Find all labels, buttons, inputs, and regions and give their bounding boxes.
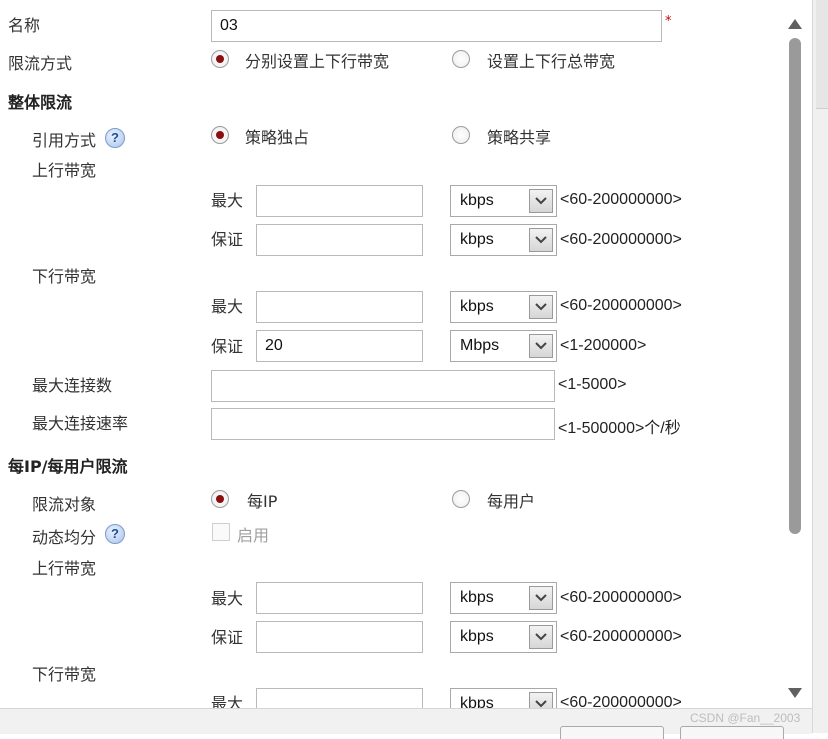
upstream-max-range: <60-200000000> <box>560 191 682 208</box>
downstream-max-unit-select[interactable]: kbps <box>450 291 557 323</box>
ref-option-shared-label: 策略共享 <box>487 128 552 147</box>
unit-value: kbps <box>460 231 494 248</box>
downstream-guarantee-range: <1-200000> <box>560 337 647 354</box>
upstream-max-unit-select[interactable]: kbps <box>450 185 557 217</box>
upstream-bandwidth-label: 上行带宽 <box>32 161 97 180</box>
enable-checkbox[interactable] <box>212 523 230 541</box>
scrollbar-thumb[interactable] <box>789 38 801 534</box>
ref-radio-exclusive[interactable] <box>211 126 229 144</box>
per-ip-upstream-max-range: <60-200000000> <box>560 589 682 606</box>
downstream-guarantee-input[interactable] <box>256 330 423 362</box>
dropdown-arrow-icon[interactable] <box>529 334 553 358</box>
max-connection-rate-label: 最大连接速率 <box>32 414 129 433</box>
name-input[interactable] <box>211 10 662 42</box>
upstream-guarantee-unit-select[interactable]: kbps <box>450 224 557 256</box>
unit-value: kbps <box>460 628 494 645</box>
target-option-per-user-label: 每用户 <box>487 492 536 511</box>
per-ip-upstream-max-label: 最大 <box>211 589 244 608</box>
dropdown-arrow-icon[interactable] <box>529 625 553 649</box>
max-connection-rate-input[interactable] <box>211 408 555 440</box>
mode-option-separate-label: 分别设置上下行带宽 <box>245 52 390 71</box>
target-option-per-ip-label: 每IP <box>247 492 278 511</box>
downstream-max-input[interactable] <box>256 291 423 323</box>
upstream-max-input[interactable] <box>256 185 423 217</box>
downstream-guarantee-label: 保证 <box>211 337 244 356</box>
enable-checkbox-label: 启用 <box>237 526 270 545</box>
per-ip-upstream-max-input[interactable] <box>256 582 423 614</box>
unit-value: kbps <box>460 589 494 606</box>
mode-radio-total[interactable] <box>452 50 470 68</box>
help-icon[interactable]: ? <box>105 524 125 544</box>
limit-target-label: 限流对象 <box>32 495 97 514</box>
watermark: CSDN @Fan__2003 <box>690 711 801 725</box>
per-ip-downstream-bandwidth-label: 下行带宽 <box>32 665 97 684</box>
target-radio-per-user[interactable] <box>452 490 470 508</box>
upstream-guarantee-input[interactable] <box>256 224 423 256</box>
mode-radio-separate[interactable] <box>211 50 229 68</box>
help-icon[interactable]: ? <box>105 128 125 148</box>
ref-radio-shared[interactable] <box>452 126 470 144</box>
dropdown-arrow-icon[interactable] <box>529 228 553 252</box>
outer-window-edge <box>812 0 828 733</box>
dropdown-arrow-icon[interactable] <box>529 295 553 319</box>
per-ip-upstream-bandwidth-label: 上行带宽 <box>32 559 97 578</box>
per-ip-upstream-guarantee-unit-select[interactable]: kbps <box>450 621 557 653</box>
max-connection-rate-range: <1-500000>个/秒 <box>558 420 681 437</box>
downstream-guarantee-unit-select[interactable]: Mbps <box>450 330 557 362</box>
mode-option-total-label: 设置上下行总带宽 <box>487 52 616 71</box>
max-connections-range: <1-5000> <box>558 376 627 393</box>
per-ip-upstream-guarantee-label: 保证 <box>211 628 244 647</box>
per-ip-upstream-max-unit-select[interactable]: kbps <box>450 582 557 614</box>
ref-option-exclusive-label: 策略独占 <box>245 128 310 147</box>
upstream-guarantee-label: 保证 <box>211 230 244 249</box>
downstream-max-range: <60-200000000> <box>560 297 682 314</box>
dropdown-arrow-icon[interactable] <box>529 189 553 213</box>
unit-value: kbps <box>460 298 494 315</box>
target-radio-per-ip[interactable] <box>211 490 229 508</box>
overall-limit-section-title: 整体限流 <box>8 93 73 112</box>
limit-mode-label: 限流方式 <box>8 54 73 73</box>
downstream-bandwidth-label: 下行带宽 <box>32 267 97 286</box>
dropdown-arrow-icon[interactable] <box>529 586 553 610</box>
name-label: 名称 <box>8 16 41 35</box>
max-connections-label: 最大连接数 <box>32 376 113 395</box>
scroll-up-arrow-icon[interactable] <box>788 14 802 33</box>
scroll-down-arrow-icon[interactable] <box>788 683 802 702</box>
per-ip-upstream-guarantee-input[interactable] <box>256 621 423 653</box>
downstream-max-label: 最大 <box>211 297 244 316</box>
per-ip-upstream-guarantee-range: <60-200000000> <box>560 628 682 645</box>
required-mark: * <box>665 14 672 29</box>
per-ip-user-limit-section-title: 每IP/每用户限流 <box>8 457 128 476</box>
upstream-max-label: 最大 <box>211 191 244 210</box>
max-connections-input[interactable] <box>211 370 555 402</box>
dynamic-share-label: 动态均分 <box>32 528 97 547</box>
reference-mode-label: 引用方式 <box>32 131 97 150</box>
unit-value: Mbps <box>460 337 500 354</box>
unit-value: kbps <box>460 192 494 209</box>
upstream-guarantee-range: <60-200000000> <box>560 231 682 248</box>
